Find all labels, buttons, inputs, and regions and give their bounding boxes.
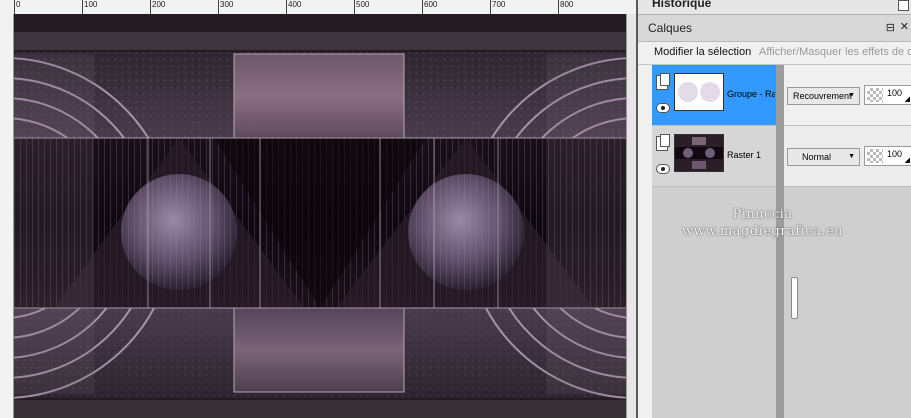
layer-name: Raster 1 [727, 150, 762, 160]
calques-palette-header[interactable]: Calques ⊟ ✕ [638, 15, 911, 42]
historique-palette-header[interactable]: Historique [638, 0, 911, 15]
canvas-area[interactable]: 0 100 200 300 400 500 600 700 800 [0, 0, 636, 418]
edit-selection-button[interactable]: Modifier la sélection [654, 46, 751, 58]
layer-icon [656, 134, 670, 151]
ruler-tick [82, 0, 83, 14]
layer-info[interactable]: Groupe - Ra [652, 65, 776, 125]
ruler-tick [218, 0, 219, 14]
ruler-label: 300 [220, 0, 234, 9]
dropdown-arrow-icon: ▼ [848, 92, 855, 99]
ruler-label: 700 [492, 0, 506, 9]
ruler-label: 800 [560, 0, 574, 9]
ruler-label: 400 [288, 0, 302, 9]
ruler-tick [422, 0, 423, 14]
column-splitter[interactable] [776, 65, 784, 418]
ruler-label: 500 [356, 0, 370, 9]
ruler-tick [354, 0, 355, 14]
calques-title: Calques [648, 21, 693, 35]
blend-mode-select[interactable]: Recouvrement ▼ [787, 87, 860, 105]
watermark-line: www.magdiegrafica.eu [681, 224, 844, 239]
maximize-icon[interactable] [898, 0, 909, 11]
splitter-handle[interactable] [791, 277, 798, 319]
horizontal-ruler: 0 100 200 300 400 500 600 700 800 [0, 0, 636, 15]
opacity-field[interactable]: 100 ◢ [864, 146, 911, 166]
image-artwork [14, 14, 626, 418]
close-icon[interactable]: ✕ [900, 20, 909, 33]
blend-mode-select[interactable]: Normal ▼ [787, 148, 860, 166]
ruler-tick [286, 0, 287, 14]
ruler-tick [150, 0, 151, 14]
ruler-tick [14, 0, 15, 14]
opacity-value: 100 [887, 88, 903, 98]
vertical-ruler [0, 14, 14, 418]
calques-toolbar: Modifier la sélection Afficher/Masquer l… [638, 42, 911, 65]
watermark-line: Pinuccia [732, 207, 793, 222]
slider-mark-icon: ◢ [904, 96, 910, 103]
dropdown-arrow-icon: ▼ [848, 153, 855, 160]
layers-list: Groupe - Ra Recouvrement ▼ 100 ◢ Raster … [652, 65, 911, 418]
transparency-icon [867, 88, 883, 102]
blend-mode-value: Normal [802, 152, 832, 162]
transparency-icon [867, 149, 883, 163]
toggle-layer-effects-button[interactable]: Afficher/Masquer les effets de c [759, 46, 911, 58]
blend-mode-value: Recouvrement [793, 91, 852, 101]
slider-mark-icon: ◢ [904, 157, 910, 164]
layer-name: Groupe - Ra [727, 89, 775, 99]
layer-thumbnail [674, 73, 724, 111]
opacity-value: 100 [887, 149, 903, 159]
eye-icon[interactable] [656, 103, 670, 113]
ruler-label: 100 [84, 0, 98, 9]
image-canvas[interactable] [14, 14, 626, 418]
eye-icon[interactable] [656, 164, 670, 174]
ruler-label: 200 [152, 0, 166, 9]
pin-icon[interactable]: ⊟ [886, 21, 895, 34]
ruler-label: 0 [16, 0, 21, 9]
layer-info[interactable]: Raster 1 [652, 126, 776, 186]
group-icon [656, 73, 670, 90]
layer-thumbnail [674, 134, 724, 172]
ruler-tick [558, 0, 559, 14]
historique-title: Historique [652, 0, 712, 10]
watermark: Pinuccia www.magdiegrafica.eu [614, 206, 911, 240]
ruler-tick [490, 0, 491, 14]
ruler-label: 600 [424, 0, 438, 9]
opacity-field[interactable]: 100 ◢ [864, 85, 911, 105]
